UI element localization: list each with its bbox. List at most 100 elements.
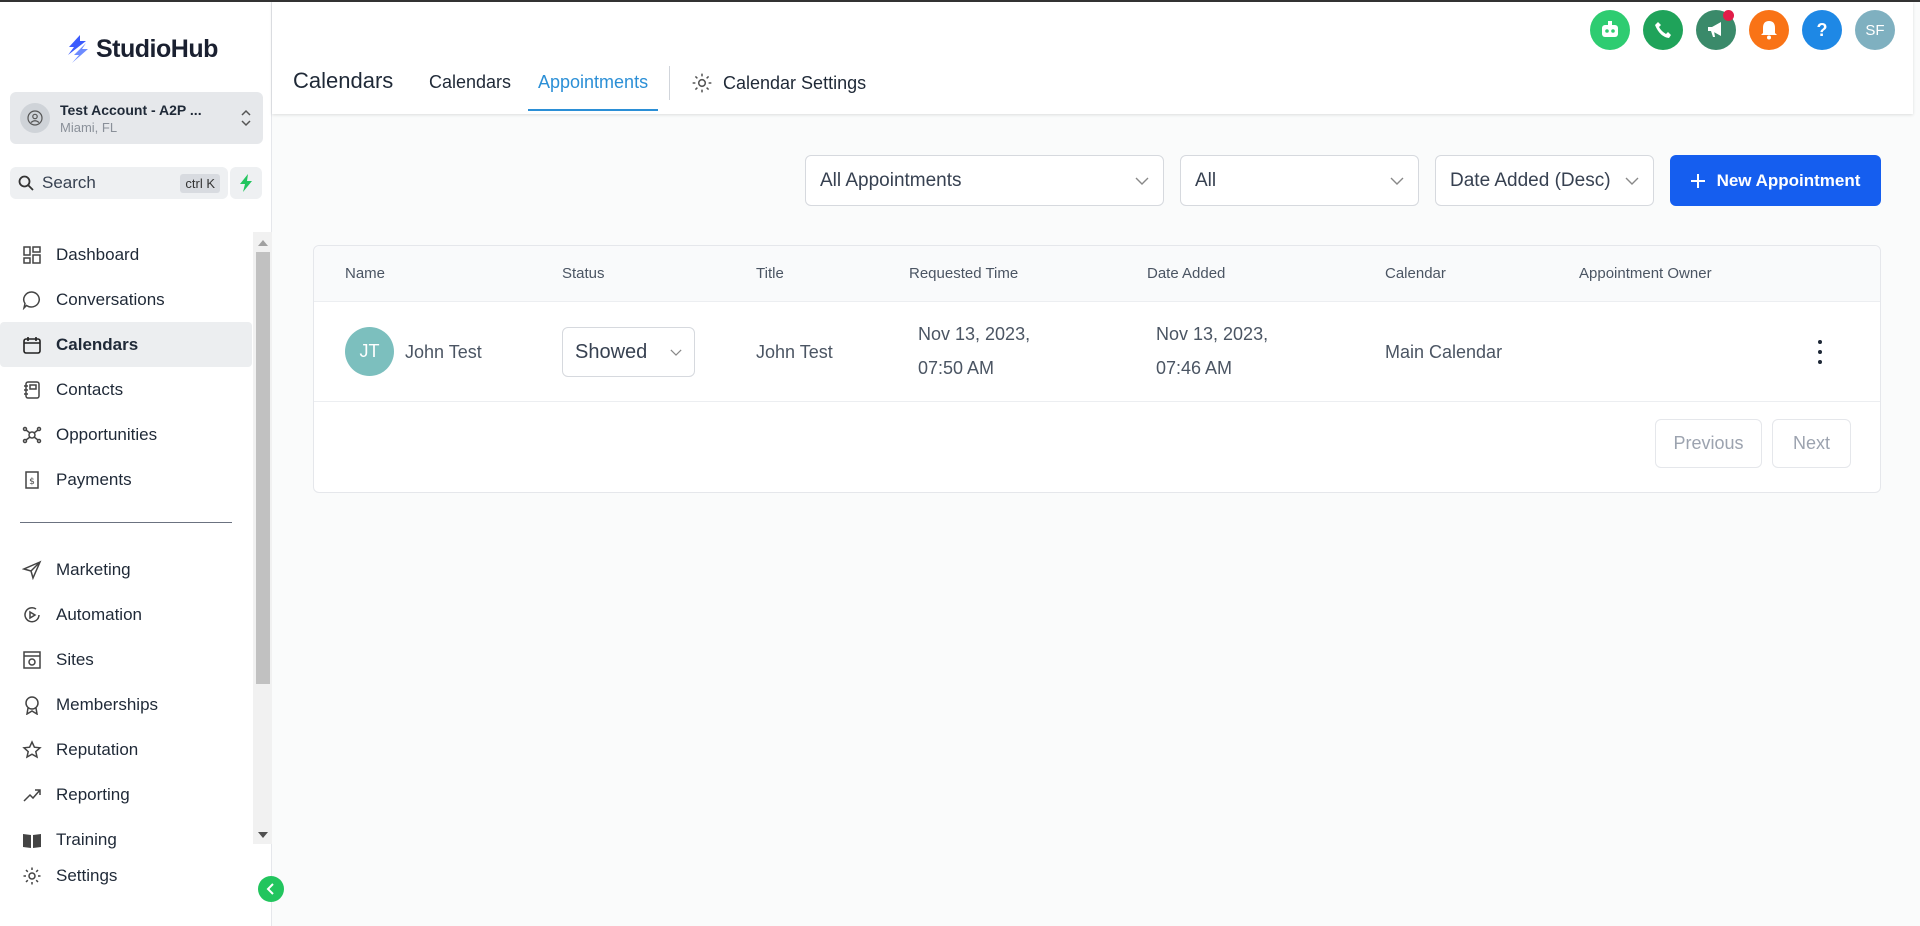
help-icon[interactable]: ? xyxy=(1802,10,1842,50)
sidebar-item-training[interactable]: Training xyxy=(0,817,252,862)
opportunities-icon xyxy=(22,426,42,443)
sidebar-item-marketing[interactable]: Marketing xyxy=(0,547,252,592)
megaphone-icon[interactable] xyxy=(1696,10,1736,50)
user-initials: SF xyxy=(1865,21,1885,39)
search-shortcut: ctrl K xyxy=(180,173,220,193)
sidebar-item-label: Contacts xyxy=(56,379,124,399)
chevron-left-icon xyxy=(266,883,274,895)
sidebar-scrollbar[interactable] xyxy=(253,232,272,844)
active-tab-indicator xyxy=(528,109,658,111)
table-row[interactable]: JT John Test Showed John Test Nov 13, 20… xyxy=(314,302,1880,402)
contact-name[interactable]: John Test xyxy=(405,342,482,363)
gear-icon xyxy=(23,867,41,885)
phone-icon[interactable] xyxy=(1643,10,1683,50)
sidebar-item-label: Sites xyxy=(56,649,94,669)
previous-page-button[interactable]: Previous xyxy=(1655,419,1762,468)
star-icon xyxy=(22,739,42,758)
brand-logo[interactable]: StudioHub xyxy=(66,32,218,66)
scroll-up-arrow-icon[interactable] xyxy=(258,240,268,246)
select-value: Date Added (Desc) xyxy=(1450,169,1611,191)
new-appointment-button[interactable]: New Appointment xyxy=(1670,155,1881,206)
brand-name: StudioHub xyxy=(96,34,218,63)
tab-calendars[interactable]: Calendars xyxy=(429,72,511,93)
plus-icon xyxy=(1690,173,1705,188)
chevron-down-icon xyxy=(1625,177,1639,185)
account-avatar-icon xyxy=(20,103,50,133)
trend-icon xyxy=(23,788,41,802)
tab-label: Calendar Settings xyxy=(723,72,867,93)
sidebar-item-automation[interactable]: Automation xyxy=(0,592,252,637)
sort-select[interactable]: Date Added (Desc) xyxy=(1435,155,1654,206)
sidebar-item-label: Opportunities xyxy=(56,424,158,444)
sidebar-item-label: Calendars xyxy=(56,334,139,354)
search-label: Search xyxy=(42,173,96,192)
appointment-status-select[interactable]: Showed xyxy=(562,327,695,377)
chevron-down-icon xyxy=(1135,177,1149,185)
sidebar-item-payments[interactable]: $ Payments xyxy=(0,457,252,502)
bot-icon[interactable] xyxy=(1590,10,1630,50)
sidebar-item-label: Marketing xyxy=(56,559,131,579)
help-label: ? xyxy=(1816,19,1828,40)
sidebar-item-sites[interactable]: Sites xyxy=(0,637,252,682)
scrollbar-thumb[interactable] xyxy=(256,252,270,684)
lightning-icon xyxy=(240,174,252,192)
column-header-requested-time: Requested Time xyxy=(909,265,1019,282)
column-header-date-added: Date Added xyxy=(1147,265,1226,282)
select-value: All xyxy=(1195,169,1217,191)
sidebar-item-label: Settings xyxy=(56,866,118,885)
account-switcher[interactable]: Test Account - A2P ... Miami, FL xyxy=(10,92,263,144)
quick-actions-button[interactable] xyxy=(230,167,262,199)
select-value: Showed xyxy=(575,340,648,363)
appointment-type-select[interactable]: All Appointments xyxy=(805,155,1164,206)
book-icon xyxy=(23,833,41,848)
sidebar-item-reporting[interactable]: Reporting xyxy=(0,772,252,817)
collapse-sidebar-button[interactable] xyxy=(258,876,284,902)
sidebar-item-memberships[interactable]: Memberships xyxy=(0,682,252,727)
sidebar-item-conversations[interactable]: Conversations xyxy=(0,277,252,322)
more-options-icon[interactable] xyxy=(1810,340,1830,364)
column-header-appointment-owner: Appointment Owner xyxy=(1579,265,1712,282)
added-time: 07:46 AM xyxy=(1156,358,1233,378)
sidebar-item-label: Reputation xyxy=(56,739,139,759)
payments-icon: $ xyxy=(25,470,39,489)
column-header-name: Name xyxy=(345,265,386,282)
search-button[interactable]: Search ctrl K xyxy=(10,167,228,199)
award-icon xyxy=(25,695,39,715)
next-page-button[interactable]: Next xyxy=(1772,419,1851,468)
calendar-name: Main Calendar xyxy=(1385,342,1503,362)
account-name: Test Account - A2P ... xyxy=(60,101,202,118)
sidebar-item-reputation[interactable]: Reputation xyxy=(0,727,252,772)
sidebar-item-label: Payments xyxy=(56,469,132,489)
user-avatar[interactable]: SF xyxy=(1855,10,1895,50)
sidebar-item-label: Training xyxy=(56,829,117,849)
bell-icon[interactable] xyxy=(1749,10,1789,50)
sidebar-item-settings[interactable]: Settings xyxy=(22,866,117,886)
sidebar-divider xyxy=(20,522,232,523)
gear-icon xyxy=(692,73,712,93)
appointments-table: Name Status Title Requested Time Date Ad… xyxy=(313,245,1881,493)
table-header: Name Status Title Requested Time Date Ad… xyxy=(314,246,1880,302)
sidebar-item-calendars[interactable]: Calendars xyxy=(0,322,252,367)
sidebar-item-label: Memberships xyxy=(56,694,159,714)
chevron-down-icon xyxy=(670,349,682,356)
column-header-status: Status xyxy=(562,265,605,282)
dashboard-icon xyxy=(23,245,41,264)
account-location: Miami, FL xyxy=(60,119,118,135)
tab-appointments[interactable]: Appointments xyxy=(538,72,648,93)
studiohub-logo-icon xyxy=(68,35,88,63)
header-actions: ? SF xyxy=(1590,10,1895,50)
chat-icon xyxy=(22,290,40,310)
chevron-down-icon xyxy=(1390,177,1404,185)
sidebar-item-label: Conversations xyxy=(56,289,165,309)
tab-calendar-settings[interactable]: Calendar Settings xyxy=(691,72,866,94)
sidebar-item-label: Dashboard xyxy=(56,244,140,264)
tab-separator xyxy=(669,66,670,100)
column-header-title: Title xyxy=(756,265,784,282)
sidebar: StudioHub Test Account - A2P ... Miami, … xyxy=(0,2,272,926)
sidebar-item-label: Reporting xyxy=(56,784,130,804)
sidebar-item-contacts[interactable]: Contacts xyxy=(0,367,252,412)
sidebar-item-opportunities[interactable]: Opportunities xyxy=(0,412,252,457)
scroll-down-arrow-icon[interactable] xyxy=(258,832,268,838)
status-filter-select[interactable]: All xyxy=(1180,155,1419,206)
sidebar-item-dashboard[interactable]: Dashboard xyxy=(0,232,252,277)
